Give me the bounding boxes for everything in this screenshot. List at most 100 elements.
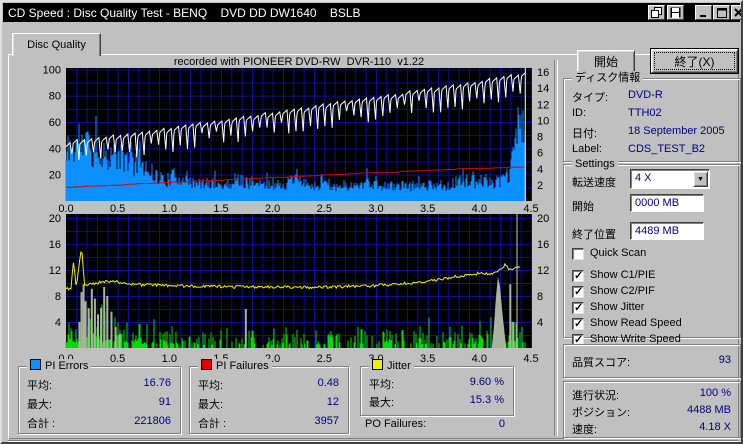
y-tick-label-right: 8 <box>537 291 543 303</box>
checkbox-box[interactable]: ✓ <box>572 270 584 282</box>
y-tick-label-right: 4 <box>537 164 543 176</box>
end-pos-field[interactable]: 4489 MB <box>630 222 704 240</box>
disc-label-value: CDS_TEST_B2 <box>628 143 706 155</box>
pi-failures-total-value: 3957 <box>314 415 339 427</box>
tab-disc-quality[interactable]: Disc Quality <box>12 33 101 56</box>
y-tick-label-right: 20 <box>537 213 549 225</box>
chevron-down-icon[interactable]: ▼ <box>693 171 708 187</box>
checkbox-show-c2-pif[interactable]: ✓ Show C2/PIF <box>572 285 732 299</box>
x-tick-label: 1.0 <box>162 353 177 365</box>
disc-quality-chart-bottom: 0.00.51.01.52.02.53.03.54.04.54812162048… <box>49 213 550 365</box>
start-pos-field[interactable]: 0000 MB <box>630 194 704 212</box>
po-failures-value: 0 <box>498 418 505 430</box>
pi-errors-max-label: 最大: <box>27 399 53 411</box>
pi-errors-color-swatch <box>30 359 41 370</box>
jitter-max-label: 最大: <box>369 397 395 409</box>
start-button[interactable]: 開始 <box>577 50 635 73</box>
checkbox-quick-scan[interactable]: ✓ Quick Scan <box>572 247 732 261</box>
status-divider <box>8 440 739 442</box>
checkbox-box[interactable]: ✓ <box>572 286 584 298</box>
x-tick-label: 0.5 <box>110 353 125 365</box>
pi-failures-max-value: 12 <box>326 396 339 408</box>
pi-failures-avg-value: 0.48 <box>317 377 339 389</box>
start-pos-label: 開始 <box>572 201 594 213</box>
maximize-icon[interactable] <box>713 5 730 20</box>
x-tick-label: 4.0 <box>472 353 487 365</box>
checkbox-show-read-speed[interactable]: ✓ Show Read Speed <box>572 317 732 331</box>
pi-errors-total-label: 合計 : <box>27 418 56 430</box>
y-tick-label-right: 12 <box>537 265 549 277</box>
disc-type-label: タイプ: <box>572 92 609 104</box>
minimize-icon[interactable] <box>695 5 712 20</box>
y-tick-label-left: 4 <box>55 317 61 329</box>
speed-select[interactable]: 4 X ▼ <box>630 169 710 189</box>
y-tick-label-left: 80 <box>49 91 61 103</box>
close-icon[interactable] <box>731 5 741 20</box>
tab-label: Disc Quality <box>27 39 86 51</box>
y-tick-label-left: 20 <box>49 170 61 182</box>
save-icon[interactable] <box>667 5 684 20</box>
disc-info-group: ディスク情報 タイプ: DVD-R ID: TTH02 日付: 18 Septe… <box>563 71 741 162</box>
disc-id-value: TTH02 <box>628 107 662 119</box>
pi-failures-max-label: 最大: <box>198 399 224 411</box>
progress-group: 進行状況: 100 % ポジション: 4488 MB 速度: 4.18 X <box>563 381 741 438</box>
pi-failures-avg-label: 平均: <box>198 380 224 392</box>
disc-label-label: Label: <box>572 143 602 155</box>
checkbox-box[interactable]: ✓ <box>572 248 584 260</box>
y-tick-label-right: 12 <box>537 99 549 111</box>
pi-errors-max-value: 91 <box>158 396 171 408</box>
speed-value: 4.18 X <box>699 421 731 433</box>
window-title: CD Speed : Disc Quality Test - BENQ DVD … <box>8 6 361 20</box>
y-tick-label-right: 4 <box>537 317 543 329</box>
settings-title: Settings <box>572 157 618 171</box>
x-tick-label: 3.5 <box>420 353 435 365</box>
y-tick-label-left: 20 <box>49 213 61 225</box>
y-tick-label-right: 2 <box>537 180 543 192</box>
panel-divider <box>554 60 558 436</box>
settings-group: Settings 転送速度 4 X ▼ 開始 0000 MB 終了位置 4489… <box>563 157 741 346</box>
title-bar: CD Speed : Disc Quality Test - BENQ DVD … <box>3 3 741 22</box>
checkbox-show-jitter[interactable]: ✓ Show Jitter <box>572 301 732 315</box>
jitter-avg-value: 9.60 % <box>469 376 504 388</box>
y-tick-label-right: 10 <box>537 115 549 127</box>
jitter-legend: Jitter <box>369 359 414 373</box>
copy-icon[interactable] <box>648 5 665 20</box>
y-tick-label-left: 8 <box>55 291 61 303</box>
speed-label: 速度: <box>572 424 598 436</box>
y-tick-label-right: 16 <box>537 239 549 251</box>
progress-value: 100 % <box>699 387 731 399</box>
disc-type-value: DVD-R <box>628 89 663 101</box>
checkbox-box[interactable]: ✓ <box>572 318 584 330</box>
checkbox-box[interactable]: ✓ <box>572 302 584 314</box>
pi-errors-total-value: 221806 <box>134 415 171 427</box>
jitter-avg-label: 平均: <box>369 379 395 391</box>
position-value: 4488 MB <box>686 404 731 416</box>
disc-quality-chart-top: 0.0 0.5 1.0 1.5 2.0 2.5 3.0 3.5 4.0 4.52040608010… <box>43 64 550 215</box>
exit-button[interactable]: 終了(X) <box>650 48 739 74</box>
speed-select-value: 4 X <box>635 172 652 184</box>
jitter-max-value: 15.3 % <box>469 394 504 406</box>
po-failures-label: PO Failures: <box>365 418 427 430</box>
y-tick-label-left: 60 <box>49 117 61 129</box>
quality-score-group: 品質スコア: 93 <box>563 344 741 378</box>
disc-date-value: 18 September 2005 <box>628 125 725 137</box>
jitter-group: Jitter 平均: 9.60 % 最大: 15.3 % <box>360 359 514 416</box>
pi-failures-color-swatch <box>201 359 212 370</box>
pi-failures-legend: PI Failures <box>198 359 272 373</box>
y-tick-label-left: 40 <box>49 143 61 155</box>
progress-label: 進行状況: <box>572 390 620 402</box>
checkbox-show-c1-pie[interactable]: ✓ Show C1/PIE <box>572 269 732 283</box>
quality-score-label: 品質スコア: <box>572 357 631 369</box>
po-failures-row: PO Failures: 0 <box>365 418 505 430</box>
y-tick-label-right: 14 <box>537 83 549 95</box>
app-window: CD Speed : Disc Quality Test - BENQ DVD … <box>0 0 743 444</box>
y-tick-label-right: 8 <box>537 132 543 144</box>
speed-select-label: 転送速度 <box>572 177 616 189</box>
x-tick-label: 2.5 <box>317 353 332 365</box>
end-pos-label: 終了位置 <box>572 229 616 241</box>
pi-errors-avg-label: 平均: <box>27 380 53 392</box>
pi-errors-avg-value: 16.76 <box>143 377 171 389</box>
disc-date-label: 日付: <box>572 128 598 140</box>
y-tick-label-left: 100 <box>43 64 61 76</box>
y-tick-label-left: 12 <box>49 265 61 277</box>
